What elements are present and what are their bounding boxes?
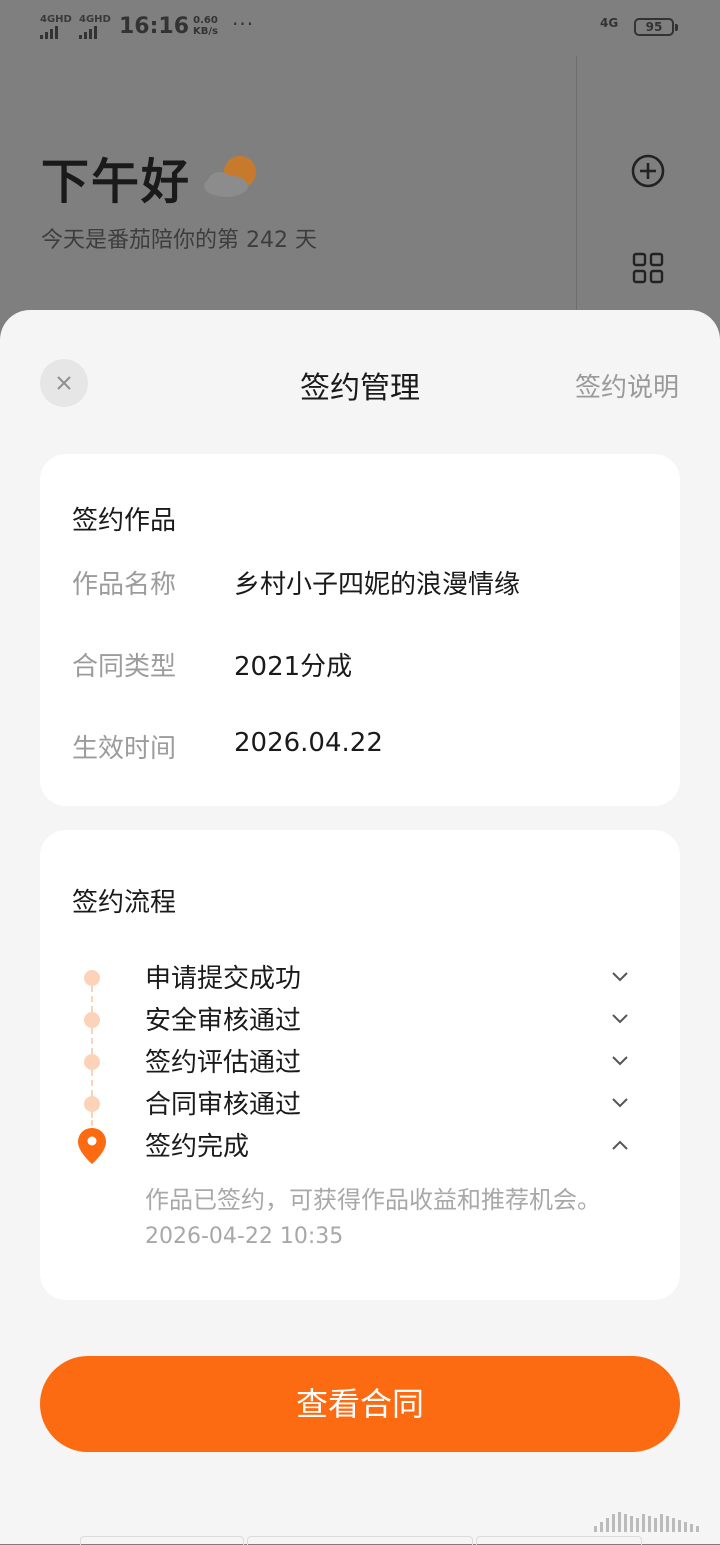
more-notifications-icon: ··· [232, 12, 255, 36]
grid-icon[interactable] [632, 252, 664, 284]
contract-type-value: 2021分成 [234, 652, 353, 682]
step-label[interactable]: 签约评估通过 [145, 1042, 301, 1079]
signal-label-2: 4GHD [79, 14, 111, 25]
chevron-up-icon[interactable] [610, 1138, 630, 1152]
step-label-current[interactable]: 签约完成 [145, 1126, 249, 1163]
signal-bars-icon [40, 26, 60, 39]
speed-unit: KB/s [193, 26, 218, 37]
status-time: 16:16 [119, 14, 190, 39]
step-label[interactable]: 申请提交成功 [145, 958, 301, 995]
step-label[interactable]: 安全审核通过 [145, 1000, 301, 1037]
bottom-tab-edges [80, 1536, 642, 1545]
signing-process-card: 签约流程 申请提交成功 安全审核通过 签约评估通过 合同审核通过 签约完成 作品… [40, 830, 680, 1300]
companion-days-text: 今天是番茄陪你的第 242 天 [41, 228, 317, 253]
work-name-value: 乡村小子四妮的浪漫情缘 [234, 570, 521, 600]
chevron-down-icon[interactable] [610, 1054, 630, 1068]
network-type: 4G [600, 16, 619, 30]
view-contract-button[interactable]: 查看合同 [40, 1356, 680, 1452]
step-connector [91, 986, 93, 1012]
battery-level: 95 [645, 20, 663, 34]
chevron-down-icon[interactable] [610, 1012, 630, 1026]
plus-circle-icon[interactable] [630, 153, 666, 189]
partly-cloudy-icon [204, 156, 256, 197]
step-label[interactable]: 合同审核通过 [145, 1084, 301, 1121]
signal-bars-icon [79, 26, 99, 39]
contract-help-link[interactable]: 签约说明 [575, 367, 679, 404]
step-timestamp: 2026-04-22 10:35 [145, 1224, 344, 1249]
step-description: 作品已签约，可获得作品收益和推荐机会。 [145, 1186, 601, 1214]
contract-management-sheet: 签约管理 签约说明 签约作品 作品名称 乡村小子四妮的浪漫情缘 合同类型 202… [0, 310, 720, 1545]
signal-label-1: 4GHD [40, 14, 72, 25]
effective-date-value: 2026.04.22 [234, 728, 383, 758]
background-app: 4GHD 4GHD 16:16 0.60 KB/s ··· 4G 95 下午好 … [0, 0, 720, 360]
location-pin-icon [78, 1128, 106, 1164]
battery-icon: 95 [634, 18, 678, 36]
status-bar: 4GHD 4GHD 16:16 0.60 KB/s ··· 4G 95 [0, 0, 720, 56]
step-dot [84, 1012, 100, 1028]
chevron-down-icon[interactable] [610, 970, 630, 984]
work-name-label: 作品名称 [72, 570, 177, 600]
effective-date-label: 生效时间 [72, 734, 177, 764]
step-dot [84, 1096, 100, 1112]
network-speed: 0.60 KB/s [193, 15, 218, 37]
chevron-down-icon[interactable] [610, 1096, 630, 1110]
step-connector [91, 1028, 93, 1054]
signed-work-card: 签约作品 作品名称 乡村小子四妮的浪漫情缘 合同类型 2021分成 生效时间 2… [40, 454, 680, 806]
card-heading: 签约流程 [72, 888, 177, 918]
step-dot [84, 970, 100, 986]
contract-type-label: 合同类型 [72, 652, 177, 682]
step-connector [91, 1070, 93, 1096]
step-dot [84, 1054, 100, 1070]
keyboard-handle-icon [594, 1512, 699, 1532]
divider [576, 56, 577, 316]
speed-value: 0.60 [193, 15, 218, 26]
greeting-title: 下午好 [41, 154, 192, 210]
card-heading: 签约作品 [72, 506, 177, 536]
